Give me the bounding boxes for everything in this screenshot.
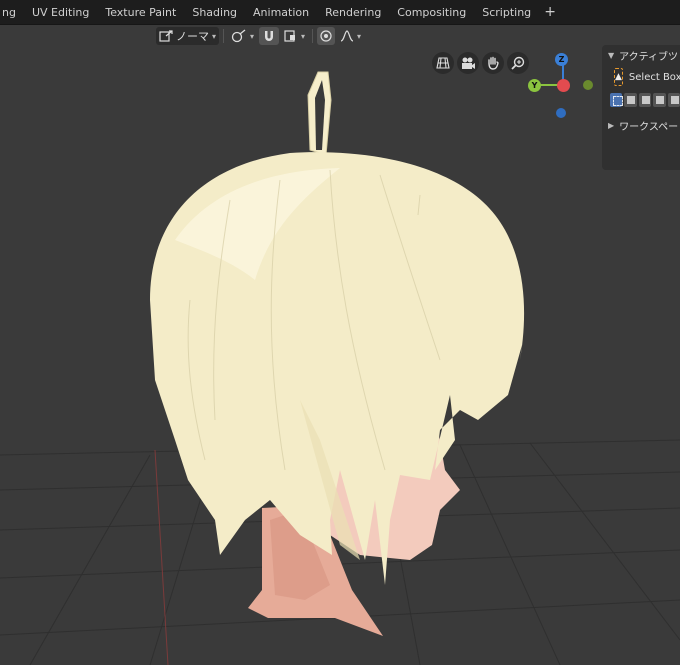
snap-target-dropdown[interactable]: ▾: [281, 27, 308, 45]
chevron-down-icon: ▾: [212, 31, 217, 41]
axis-z-button[interactable]: Z: [555, 53, 568, 66]
tab-shading[interactable]: Shading: [184, 2, 245, 23]
select-box-icon: ▲: [614, 68, 623, 86]
active-tool-header[interactable]: ▼ アクティブツ: [602, 45, 680, 65]
expand-down-icon: ▼: [608, 50, 615, 60]
mode-invert-button[interactable]: [653, 93, 666, 107]
camera-view-button[interactable]: [457, 52, 479, 74]
snap-toggle[interactable]: [259, 27, 280, 45]
axis-neg-z-button[interactable]: [556, 108, 566, 118]
tab-uv-editing[interactable]: UV Editing: [24, 2, 97, 23]
orientation-label: ノーマ: [176, 30, 209, 43]
tab-animation[interactable]: Animation: [245, 2, 317, 23]
tab-rendering[interactable]: Rendering: [317, 2, 389, 23]
proportional-icon: [320, 30, 332, 42]
selection-mode-group: [602, 93, 680, 107]
chevron-down-icon: ▾: [250, 31, 255, 41]
transform-orientation-dropdown[interactable]: ノーマ ▾: [156, 27, 220, 45]
workspace-label: ワークスペー: [619, 121, 679, 133]
mode-set-button[interactable]: [610, 93, 624, 107]
tab-compositing[interactable]: Compositing: [389, 2, 474, 23]
workspace-tab-bar: ng UV Editing Texture Paint Shading Anim…: [0, 0, 680, 25]
tab-scripting[interactable]: Scripting: [474, 2, 539, 23]
workspace-header[interactable]: ▶ ワークスペー: [602, 115, 680, 135]
y-axis-line: [154, 449, 169, 665]
toggle-camera-grid-button[interactable]: [432, 52, 454, 74]
magnet-icon: [265, 31, 274, 41]
tab-modeling[interactable]: ng: [0, 2, 24, 23]
3d-viewport[interactable]: ノーマ ▾ ▾ ▾ ▾ Z Y ▼ アクティブツ ▲ Select Box ▶ …: [0, 25, 680, 665]
mode-extend-button[interactable]: [624, 93, 637, 107]
separator: [223, 29, 225, 43]
axis-y-button[interactable]: Y: [528, 79, 541, 92]
sidebar-panel: ▼ アクティブツ ▲ Select Box ▶ ワークスペー: [602, 45, 680, 170]
viewport-header: ノーマ ▾ ▾ ▾ ▾: [156, 26, 364, 46]
falloff-dropdown[interactable]: ▾: [337, 27, 364, 45]
select-box-label: Select Box: [628, 71, 680, 83]
axis-x-button[interactable]: [557, 79, 570, 92]
proportional-editing-toggle[interactable]: [317, 27, 336, 45]
perspective-grid-icon: [436, 57, 450, 69]
chevron-down-icon: ▾: [357, 31, 362, 41]
pivot-icon: [231, 29, 246, 43]
chevron-down-icon: ▾: [301, 31, 306, 41]
select-box-tool[interactable]: ▲ Select Box: [602, 65, 680, 89]
zoom-icon: [511, 56, 525, 70]
pivot-point-dropdown[interactable]: ▾: [228, 27, 257, 45]
separator: [312, 29, 314, 43]
mode-intersect-button[interactable]: [667, 93, 680, 107]
tab-texture-paint[interactable]: Texture Paint: [97, 2, 184, 23]
pan-view-button[interactable]: [482, 52, 504, 74]
add-workspace-button[interactable]: +: [541, 3, 559, 21]
expand-right-icon: ▶: [608, 120, 615, 130]
axis-neg-y-button[interactable]: [583, 80, 593, 90]
snap-increment-icon: [284, 30, 296, 42]
camera-icon: [462, 57, 475, 69]
mode-subtract-button[interactable]: [638, 93, 652, 107]
orientation-icon: [159, 30, 173, 42]
active-tool-label: アクティブツ: [619, 51, 679, 63]
falloff-curve-icon: [340, 30, 354, 42]
hand-icon: [488, 56, 499, 70]
